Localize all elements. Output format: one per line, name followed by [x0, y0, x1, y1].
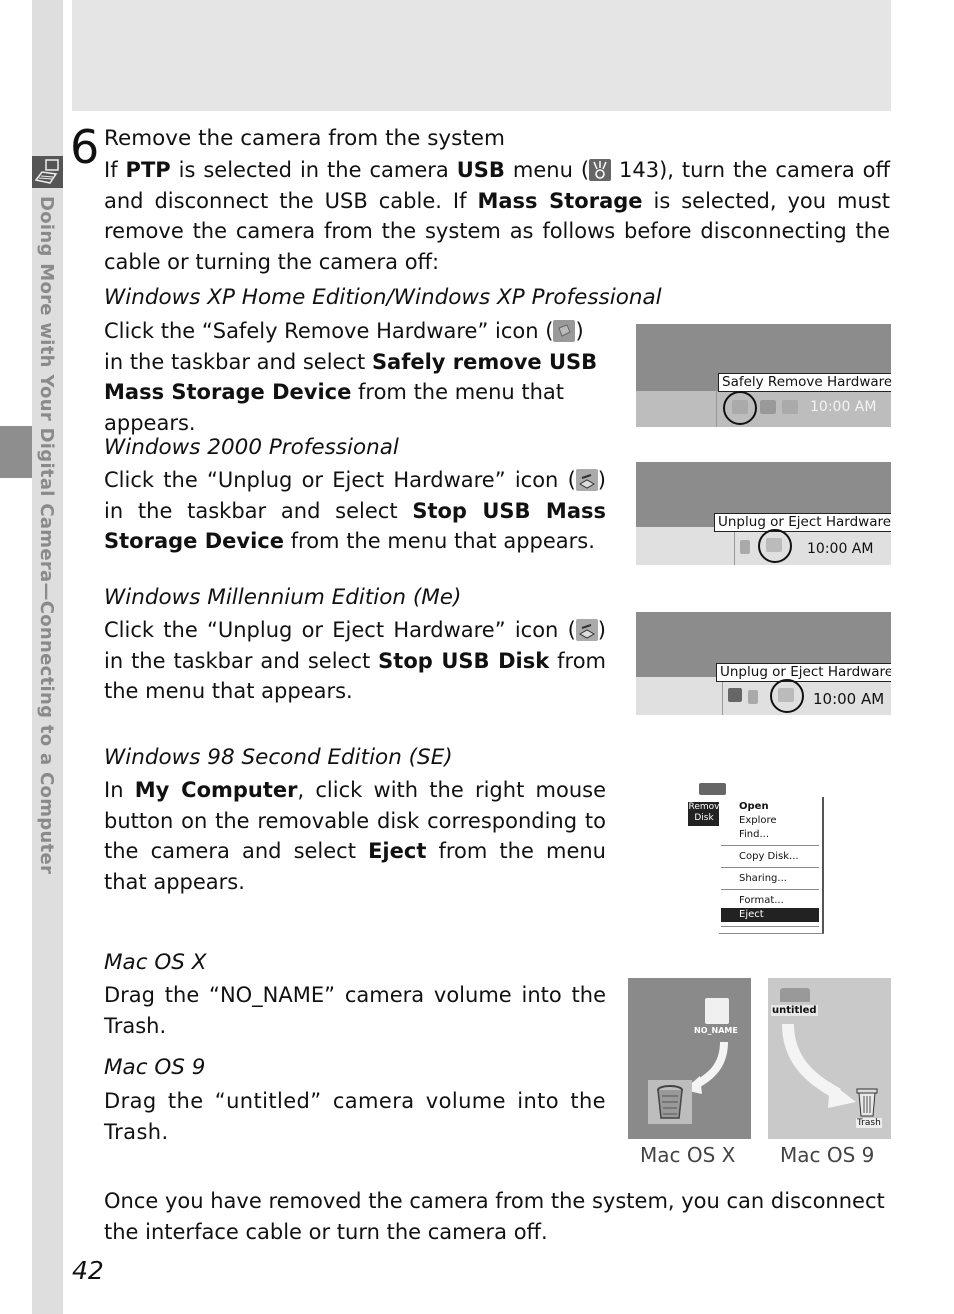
macos9-caption: Mac OS 9 [780, 1143, 875, 1167]
win2000-instructions: Click the “Unplug or Eject Hardware” ico… [104, 468, 606, 553]
unplug-eject-hardware-icon [575, 469, 598, 491]
computer-connection-icon [32, 156, 63, 188]
macos9-heading: Mac OS 9 [104, 1055, 206, 1080]
step-title: Remove the camera from the system [104, 126, 505, 151]
macos9-instructions: Drag the “untitled” camera volume into t… [104, 1089, 606, 1144]
header-panel [72, 0, 891, 111]
menu-item-find[interactable]: Find... [739, 828, 769, 841]
tray-icon [760, 400, 776, 414]
macos9-desktop-screenshot: untitled Trash [768, 978, 891, 1139]
trash-icon[interactable] [854, 1084, 880, 1118]
menu-separator [721, 845, 819, 847]
taskbar-clock: 10:00 AM [807, 541, 874, 557]
winme-heading: Windows Millennium Edition (Me) [104, 585, 462, 610]
trash-icon[interactable] [648, 1080, 692, 1124]
menu-reference-icon [589, 159, 612, 181]
taskbar-clock: 10:00 AM [813, 690, 885, 708]
winxp-taskbar-screenshot: Safely Remove Hardware 10:00 AM [636, 324, 891, 427]
winxp-heading: Windows XP Home Edition/Windows XP Profe… [104, 285, 662, 310]
unplug-eject-hardware-icon [575, 619, 598, 641]
chapter-tab-marker [0, 426, 32, 478]
menu-separator [721, 889, 819, 891]
win98-heading: Windows 98 Second Edition (SE) [104, 745, 453, 770]
win98-instructions: In My Computer, click with the right mou… [104, 778, 606, 894]
step-number: 6 [70, 120, 100, 174]
speaker-icon [748, 690, 758, 704]
closing-paragraph: Once you have removed the camera from th… [104, 1189, 885, 1244]
win2000-taskbar-screenshot: Unplug or Eject Hardware 10:00 AM [636, 462, 891, 565]
removable-disk-icon[interactable] [699, 783, 726, 795]
win2000-heading: Windows 2000 Professional [104, 435, 399, 460]
trash-label: Trash [856, 1118, 882, 1128]
winxp-instructions: Click the “Safely Remove Hardware” icon … [104, 319, 598, 435]
chapter-title: Doing More with Your Digital Camera—Conn… [36, 196, 57, 875]
menu-item-explore[interactable]: Explore [739, 814, 777, 827]
menu-item-sharing[interactable]: Sharing... [739, 872, 787, 885]
macosx-caption: Mac OS X [640, 1143, 736, 1167]
highlight-circle [723, 391, 757, 425]
menu-item-format[interactable]: Format... [739, 894, 784, 907]
menu-separator [721, 926, 819, 928]
speaker-icon [740, 540, 750, 554]
safely-remove-hardware-icon [553, 320, 576, 342]
winme-taskbar-screenshot: Unplug or Eject Hardware 10:00 AM [636, 612, 891, 715]
taskbar-clock: 10:00 AM [810, 399, 877, 415]
page-number: 42 [72, 1256, 104, 1285]
removable-disk-label[interactable]: Remov Disk [688, 802, 720, 826]
context-menu: Open Explore Find... Copy Disk... Sharin… [719, 797, 824, 934]
highlight-circle [770, 679, 804, 713]
macosx-heading: Mac OS X [104, 950, 207, 975]
menu-item-copy-disk[interactable]: Copy Disk... [739, 850, 799, 863]
menu-selection-highlight [721, 908, 819, 922]
highlight-circle [758, 529, 792, 563]
menu-separator [721, 867, 819, 869]
menu-item-eject[interactable]: Eject [739, 908, 764, 921]
tooltip-unplug-eject: Unplug or Eject Hardware [714, 513, 891, 532]
macosx-instructions: Drag the “NO_NAME” camera volume into th… [104, 983, 606, 1038]
monitor-icon [728, 688, 742, 702]
network-icon [782, 400, 798, 414]
tooltip-safely-remove-hardware: Safely Remove Hardware [718, 373, 891, 392]
tooltip-unplug-eject: Unplug or Eject Hardware [716, 663, 891, 682]
menu-item-open[interactable]: Open [739, 800, 769, 813]
winme-instructions: Click the “Unplug or Eject Hardware” ico… [104, 618, 606, 703]
macosx-desktop-screenshot: NO_NAME [628, 978, 751, 1139]
step-intro: If PTP is selected in the camera USB men… [104, 158, 890, 274]
